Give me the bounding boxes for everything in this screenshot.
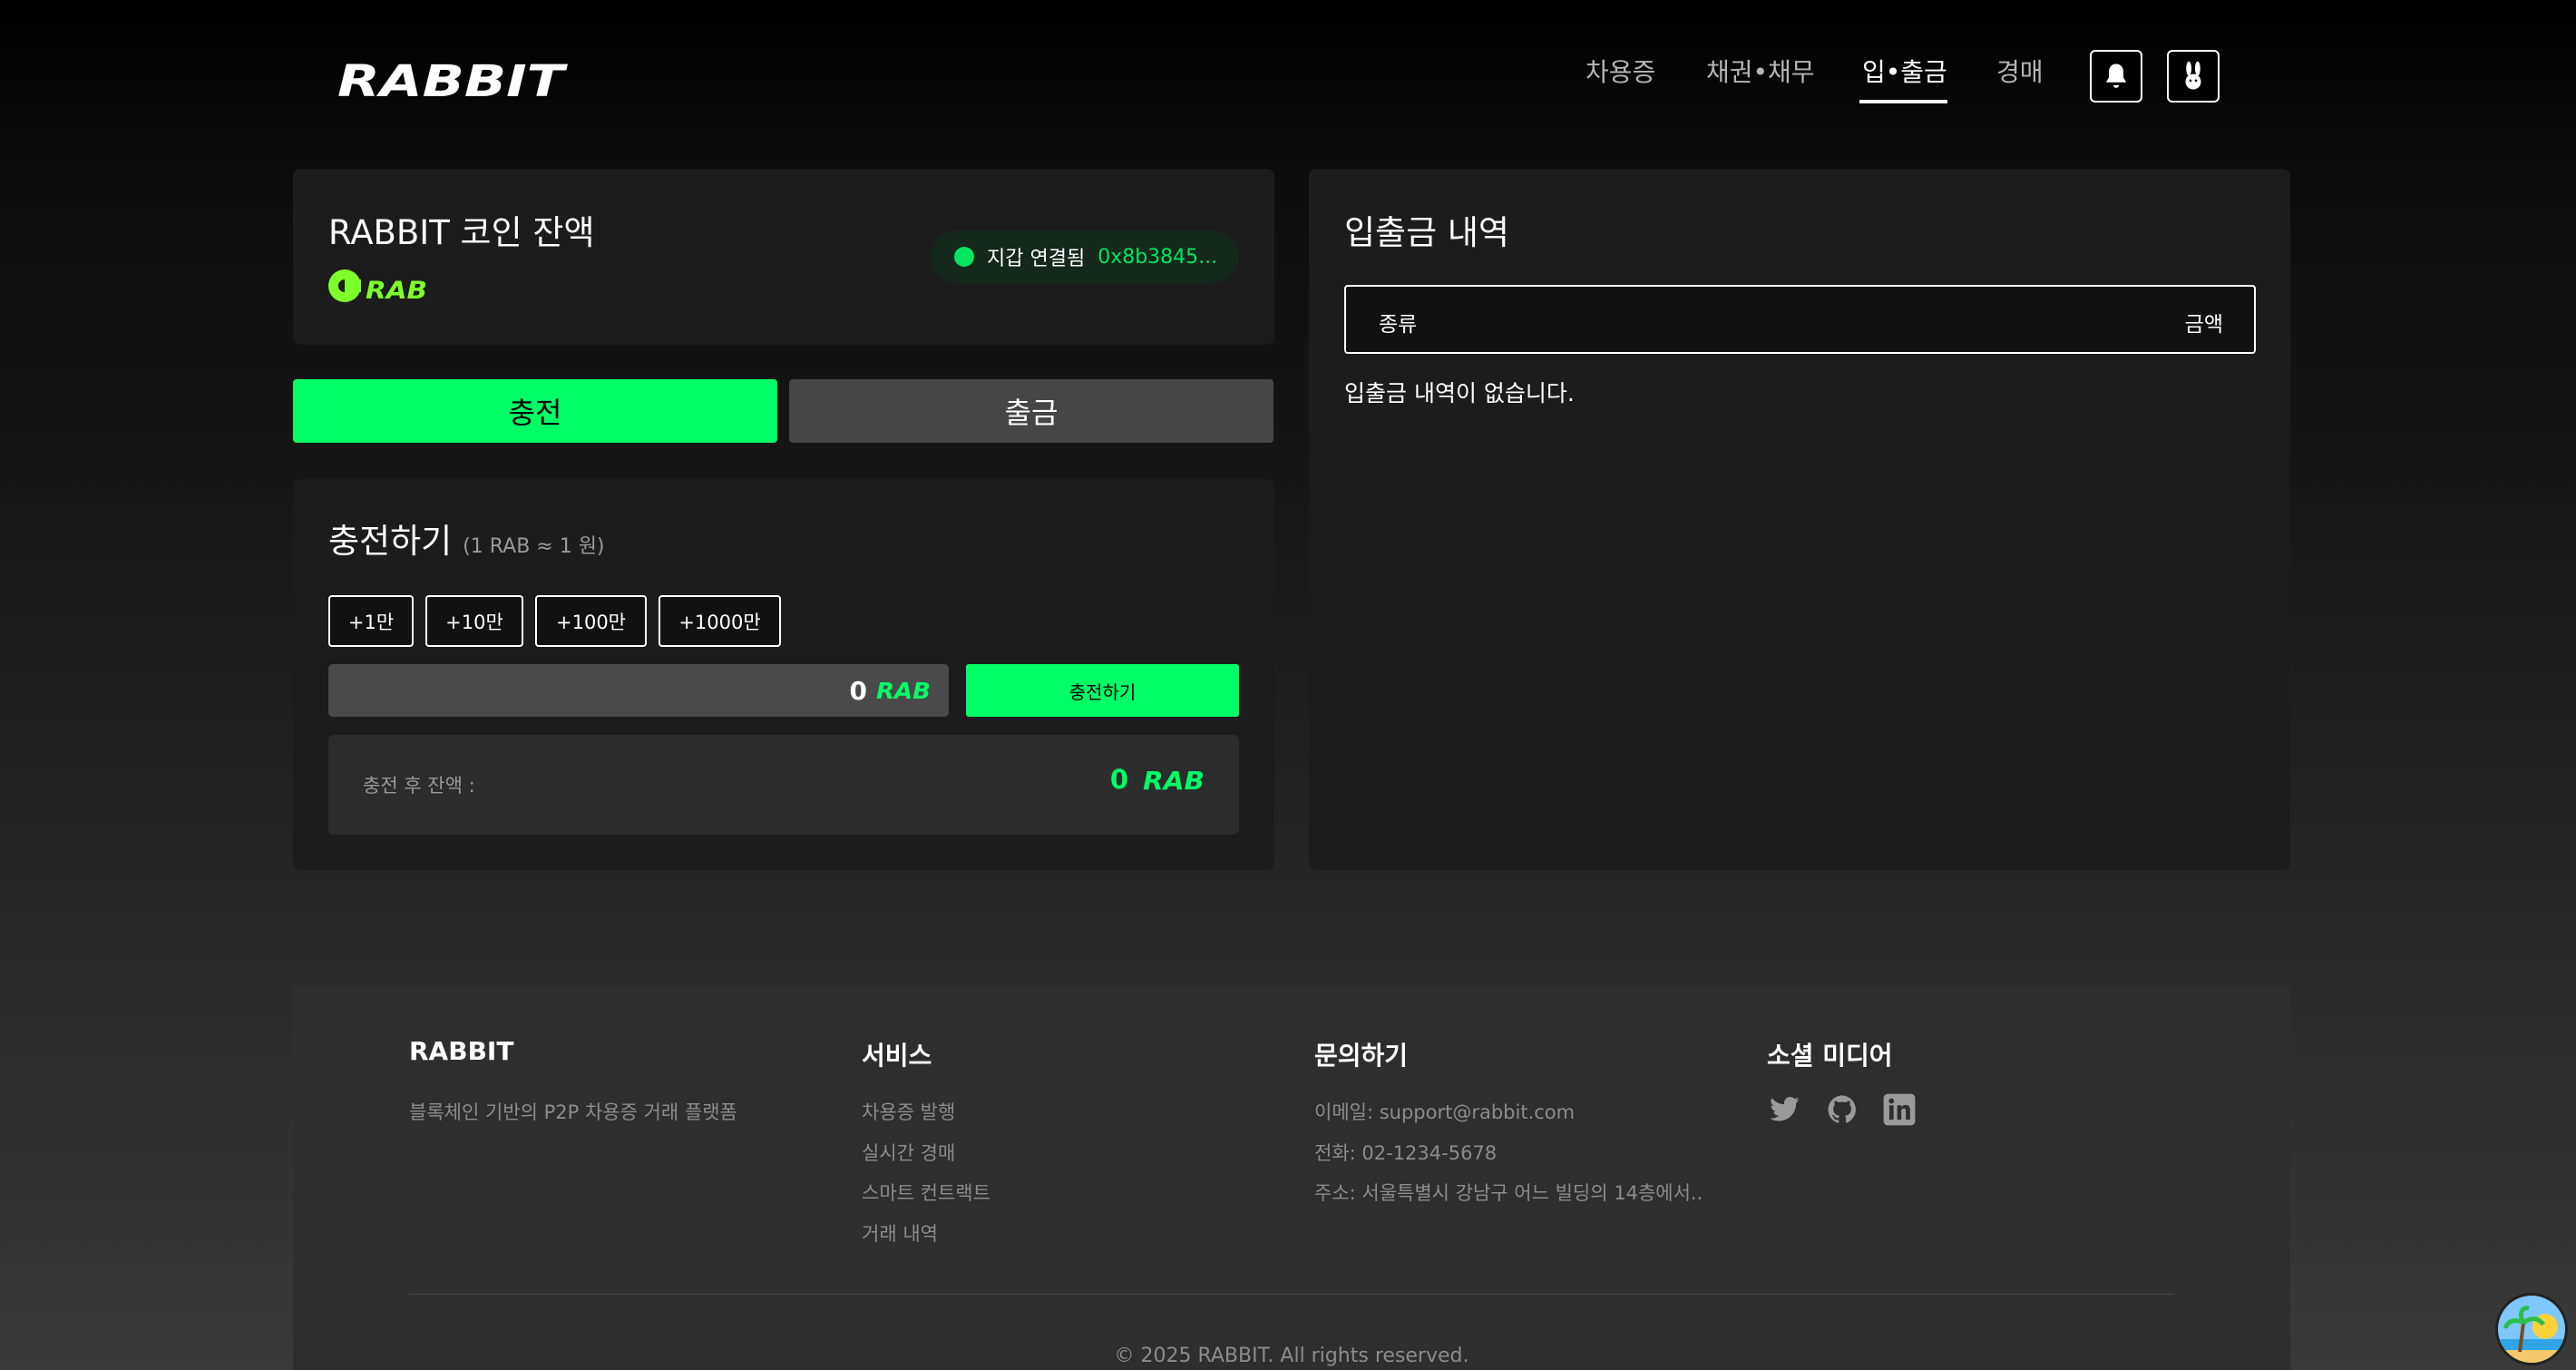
charge-amount-input[interactable]: 0 RAB	[328, 664, 949, 717]
balance-after-charge-box: 충전 후 잔액 : 0 RAB	[328, 735, 1239, 835]
preset-100k-button[interactable]: +10만	[425, 595, 523, 647]
tab-withdraw[interactable]: 출금	[789, 379, 1273, 443]
footer-services-title: 서비스	[862, 1041, 932, 1071]
coin-logo-text: RAB	[366, 277, 427, 303]
footer-link-smart-contract[interactable]: 스마트 컨트랙트	[862, 1179, 990, 1206]
balance-after-label: 충전 후 잔액 :	[363, 775, 475, 797]
twitter-link[interactable]	[1767, 1091, 1803, 1128]
preset-10m-button[interactable]: +1000만	[659, 595, 781, 647]
linkedin-link[interactable]	[1881, 1091, 1917, 1128]
nav-active-underline	[1859, 100, 1947, 103]
site-footer: RABBIT 블록체인 기반의 P2P 차용증 거래 플랫폼 서비스 차용증 발…	[293, 987, 2290, 1370]
footer-contact-phone[interactable]: 전화: 02-1234-5678	[1314, 1139, 1497, 1166]
wallet-address: 0x8b3845...	[1098, 245, 1218, 269]
wallet-status-text: 지갑 연결됨	[987, 248, 1086, 270]
exchange-rate-note: (1 RAB ≈ 1 원)	[463, 535, 605, 558]
charge-submit-button[interactable]: 충전하기	[966, 664, 1239, 717]
footer-brand: RABBIT	[409, 1036, 514, 1066]
notification-button[interactable]	[2090, 50, 2142, 103]
history-table-header: 종류 금액	[1344, 285, 2256, 354]
footer-tagline: 블록체인 기반의 P2P 차용증 거래 플랫폼	[409, 1101, 737, 1123]
floating-assistant-avatar[interactable]	[2495, 1293, 2568, 1365]
rabbit-logo[interactable]: RABBIT	[337, 56, 568, 102]
linkedin-icon	[1883, 1093, 1916, 1126]
wallet-status-dot	[954, 247, 974, 267]
nav-item-promissory-note[interactable]: 차용증	[1586, 54, 1655, 91]
preset-10k-button[interactable]: +1만	[328, 595, 414, 647]
rab-coin-logo: RAB	[328, 269, 427, 303]
charge-amount-value: 0	[849, 675, 867, 706]
currency-label: RAB	[876, 678, 931, 703]
balance-title: RABBIT 코인 잔액	[328, 213, 595, 252]
history-empty-message: 입출금 내역이 없습니다.	[1344, 380, 1575, 406]
logo-text: RABBIT	[337, 56, 568, 102]
balance-after-amount: 0	[1109, 764, 1128, 795]
footer-copyright: © 2025 RABBIT. All rights reserved.	[1114, 1345, 1469, 1367]
balance-after-value: 0 RAB	[1110, 764, 1206, 795]
footer-link-live-auction[interactable]: 실시간 경매	[862, 1139, 955, 1166]
charge-title: 충전하기	[328, 522, 453, 561]
currency-label: RAB	[1143, 766, 1205, 794]
history-col-amount: 금액	[2184, 313, 2223, 337]
footer-link-transactions[interactable]: 거래 내역	[862, 1219, 938, 1247]
footer-divider	[409, 1294, 2174, 1295]
history-title: 입출금 내역	[1344, 213, 1509, 252]
footer-social-title: 소셜 미디어	[1767, 1041, 1893, 1071]
nav-item-deposit-withdraw[interactable]: 입•출금	[1862, 54, 1947, 91]
history-col-type: 종류	[1379, 313, 1418, 337]
profile-button[interactable]	[2167, 50, 2220, 103]
bell-icon	[2105, 64, 2127, 88]
history-panel	[1309, 169, 2290, 870]
tab-charge[interactable]: 충전	[293, 379, 777, 443]
github-link[interactable]	[1824, 1091, 1860, 1128]
preset-1m-button[interactable]: +100만	[535, 595, 647, 647]
twitter-icon	[1770, 1096, 1800, 1121]
footer-link-issue-note[interactable]: 차용증 발행	[862, 1098, 955, 1125]
footer-contact-email[interactable]: 이메일: support@rabbit.com	[1314, 1098, 1575, 1125]
rabbit-profile-icon	[2185, 61, 2201, 90]
beach-avatar-icon	[2498, 1296, 2565, 1363]
github-icon	[1828, 1095, 1856, 1123]
nav-item-auction[interactable]: 경매	[1996, 54, 2044, 91]
wallet-connected-badge[interactable]: 지갑 연결됨 0x8b3845...	[931, 230, 1239, 283]
rab-currency-icon: RAB	[1143, 766, 1205, 794]
nav-item-bonds-debts[interactable]: 채권•채무	[1706, 54, 1815, 91]
rab-currency-icon: RAB	[876, 678, 931, 703]
footer-contact-address: 주소: 서울특별시 강남구 어느 빌딩의 14층에서..	[1314, 1182, 1703, 1204]
footer-contact-title: 문의하기	[1314, 1041, 1409, 1071]
charge-heading: 충전하기 (1 RAB ≈ 1 원)	[328, 514, 605, 563]
